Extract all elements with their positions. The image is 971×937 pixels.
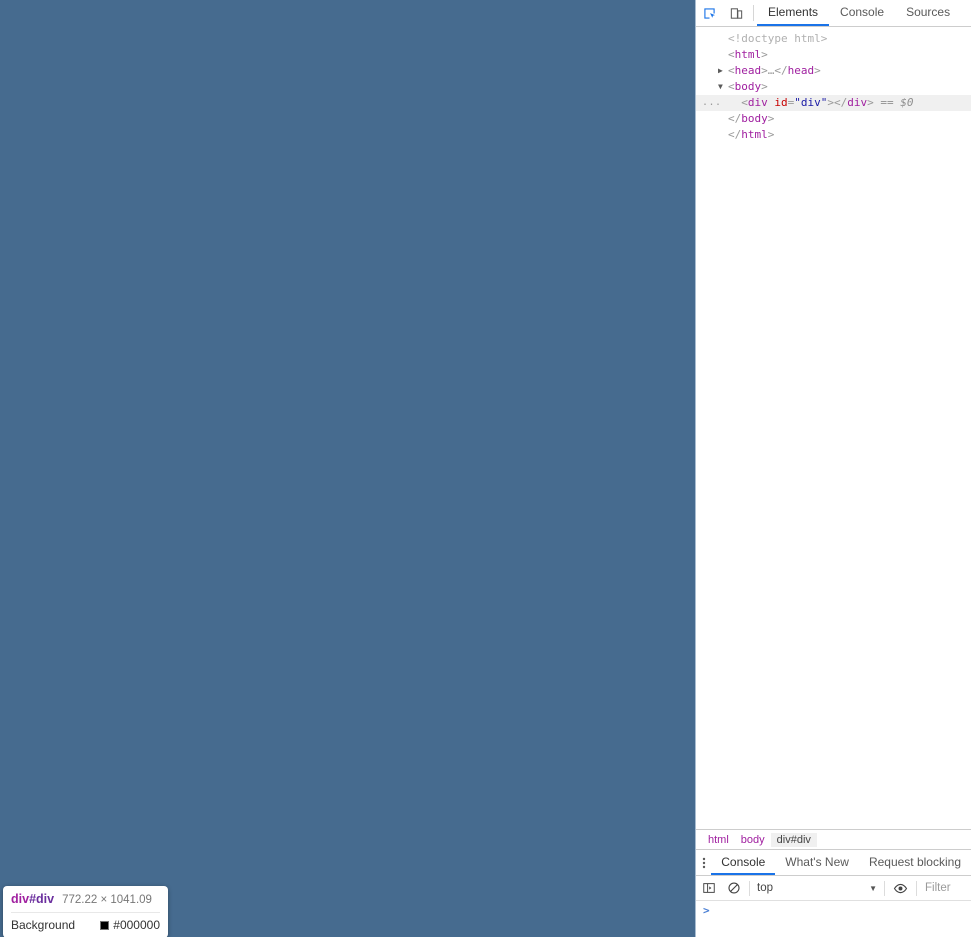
breadcrumb-item-div[interactable]: div#div bbox=[770, 832, 817, 847]
toolbar-divider bbox=[916, 880, 917, 896]
console-sidebar-icon[interactable] bbox=[696, 876, 721, 901]
tooltip-dimensions: 772.22 × 1041.09 bbox=[62, 894, 152, 906]
devtools-tab-bar: Elements Console Sources bbox=[757, 0, 961, 26]
tab-console[interactable]: Console bbox=[829, 0, 895, 26]
devtools-main-toolbar: Elements Console Sources bbox=[696, 0, 971, 27]
tag-name-head: head bbox=[734, 64, 762, 77]
page-viewport-highlight-overlay[interactable] bbox=[0, 0, 695, 937]
angle-close: > bbox=[761, 48, 768, 61]
angle-open: < bbox=[741, 96, 748, 109]
devtools-panel: Elements Console Sources <!doctype html> bbox=[695, 0, 971, 937]
tooltip-element-id: #div bbox=[29, 892, 55, 906]
dom-row-head[interactable]: ▶ < head >…</head > bbox=[696, 63, 971, 79]
angle-close: > bbox=[767, 112, 775, 125]
tab-console-label: Console bbox=[840, 5, 885, 19]
expand-triangle-icon[interactable]: ▶ bbox=[718, 63, 728, 79]
console-toolbar: top ▼ Filter bbox=[696, 876, 971, 901]
console-filter-input[interactable]: Filter bbox=[920, 882, 971, 894]
dom-row-doctype[interactable]: <!doctype html> bbox=[696, 31, 971, 47]
attribute-name-id[interactable]: id bbox=[774, 95, 787, 111]
tab-elements-label: Elements bbox=[768, 5, 819, 19]
tab-sources[interactable]: Sources bbox=[895, 0, 961, 26]
angle-open: < bbox=[728, 64, 735, 77]
breadcrumb-item-html[interactable]: html bbox=[702, 833, 735, 847]
drawer-tab-console-label: Console bbox=[721, 854, 766, 869]
node-badge-ellipsis[interactable]: ... bbox=[702, 95, 721, 111]
div-close-tag: ></ bbox=[827, 96, 848, 109]
prompt-caret-icon: > bbox=[703, 904, 710, 917]
tab-elements[interactable]: Elements bbox=[757, 0, 830, 26]
tag-name-div: div bbox=[747, 96, 768, 109]
drawer-tab-bar: Console What's New Request blocking bbox=[696, 850, 971, 876]
drawer-tab-console[interactable]: Console bbox=[711, 850, 776, 875]
kebab-menu-icon[interactable] bbox=[696, 850, 711, 875]
devtools-drawer: Console What's New Request blocking top … bbox=[696, 849, 971, 937]
live-expression-eye-icon[interactable] bbox=[888, 876, 913, 901]
element-highlight-tooltip: div #div 772.22 × 1041.09 Background #000… bbox=[3, 886, 168, 937]
tooltip-property-value: #000000 bbox=[113, 917, 160, 932]
angle-close: > bbox=[761, 80, 768, 93]
toolbar-divider bbox=[884, 880, 885, 896]
suffix-space bbox=[874, 95, 881, 111]
tag-name-div-close: div bbox=[847, 96, 868, 109]
attr-space bbox=[768, 95, 775, 111]
drawer-tab-whats-new-label: What's New bbox=[785, 854, 849, 869]
chevron-down-icon: ▼ bbox=[869, 883, 877, 893]
doctype-text: <!doctype html> bbox=[728, 32, 828, 45]
console-message-list[interactable]: > bbox=[696, 901, 971, 937]
close-angle-open: </ bbox=[728, 128, 742, 141]
tag-name-head-close: head bbox=[787, 64, 815, 77]
tag-name-body-close: body bbox=[741, 112, 768, 125]
drawer-tab-request-blocking-label: Request blocking bbox=[868, 854, 961, 869]
toolbar-divider bbox=[753, 5, 754, 21]
tab-sources-label: Sources bbox=[906, 5, 951, 19]
tag-name-html: html bbox=[734, 48, 762, 61]
console-prompt[interactable]: > bbox=[696, 901, 971, 917]
dom-row-html-open[interactable]: < html > bbox=[696, 47, 971, 63]
dom-row-div-selected[interactable]: ... < div id = "div" ></div > == $0 bbox=[696, 95, 971, 111]
angle-open: < bbox=[728, 80, 735, 93]
tooltip-property-label: Background bbox=[11, 917, 76, 932]
console-context-value: top bbox=[757, 882, 773, 894]
collapse-triangle-icon[interactable]: ▼ bbox=[718, 79, 728, 95]
console-ref-marker: == $0 bbox=[880, 96, 914, 109]
drawer-tab-request-blocking[interactable]: Request blocking bbox=[859, 850, 971, 875]
clear-console-icon[interactable] bbox=[721, 876, 746, 901]
dom-tree[interactable]: <!doctype html> < html > ▶ < head >…</head > … bbox=[696, 27, 971, 829]
color-swatch-icon bbox=[100, 920, 110, 930]
toolbar-divider bbox=[749, 880, 750, 896]
devtools-screen: div #div 772.22 × 1041.09 Background #000… bbox=[0, 0, 971, 937]
dom-row-body-close[interactable]: </body > bbox=[696, 111, 971, 127]
tooltip-property-value-group: #000000 bbox=[100, 918, 160, 933]
drawer-tab-whats-new[interactable]: What's New bbox=[775, 850, 859, 875]
console-context-selector[interactable]: top ▼ bbox=[753, 879, 881, 898]
angle-close: > bbox=[867, 96, 874, 109]
breadcrumb: html body div#div bbox=[696, 829, 971, 849]
device-toolbar-icon[interactable] bbox=[723, 0, 750, 26]
dom-row-body-open[interactable]: ▼ < body > bbox=[696, 79, 971, 95]
angle-close: > bbox=[814, 64, 821, 77]
equals-sign: = bbox=[787, 96, 795, 109]
attribute-value-id[interactable]: "div" bbox=[794, 95, 827, 111]
angle-open: < bbox=[728, 48, 735, 61]
inspect-element-icon[interactable] bbox=[696, 0, 723, 26]
breadcrumb-item-body[interactable]: body bbox=[735, 833, 771, 847]
close-angle-open: </ bbox=[728, 112, 742, 125]
tooltip-header-row: div #div 772.22 × 1041.09 bbox=[11, 890, 160, 913]
angle-close: > bbox=[767, 128, 775, 141]
tooltip-tag-name: div bbox=[11, 892, 30, 906]
tag-name-html-close: html bbox=[741, 128, 768, 141]
dom-row-html-close[interactable]: </html > bbox=[696, 127, 971, 143]
tag-name-body: body bbox=[734, 80, 762, 93]
tooltip-property-row: Background #000000 bbox=[11, 913, 160, 933]
head-ellipsis-close: >…</ bbox=[761, 64, 788, 77]
